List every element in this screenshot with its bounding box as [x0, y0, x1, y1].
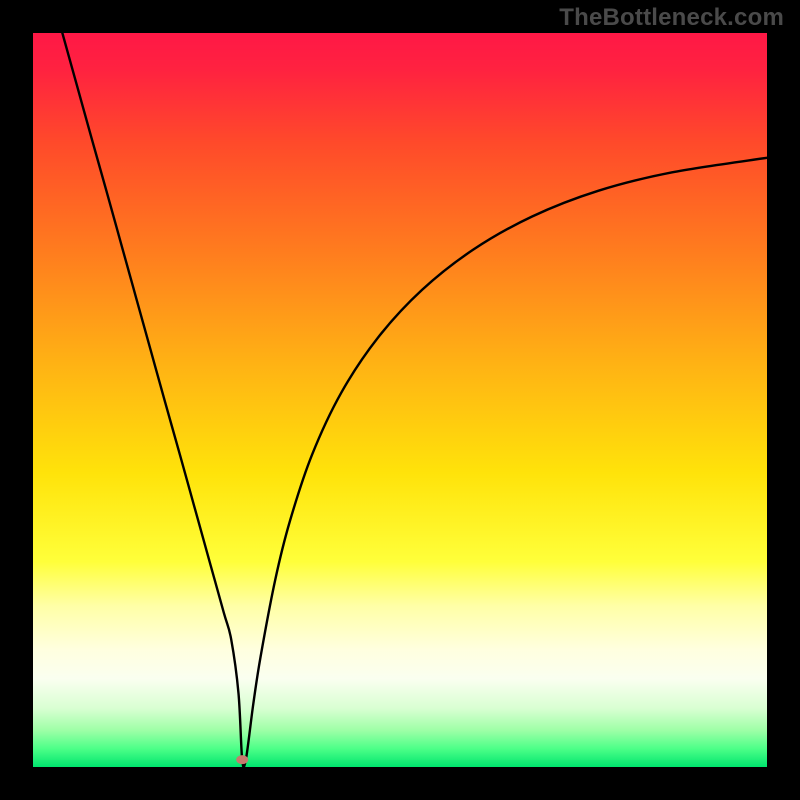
plot-background — [33, 33, 767, 767]
min-marker — [236, 755, 248, 764]
watermark-text: TheBottleneck.com — [559, 4, 784, 32]
chart-frame: TheBottleneck.com — [0, 0, 800, 800]
bottleneck-plot — [33, 33, 767, 767]
